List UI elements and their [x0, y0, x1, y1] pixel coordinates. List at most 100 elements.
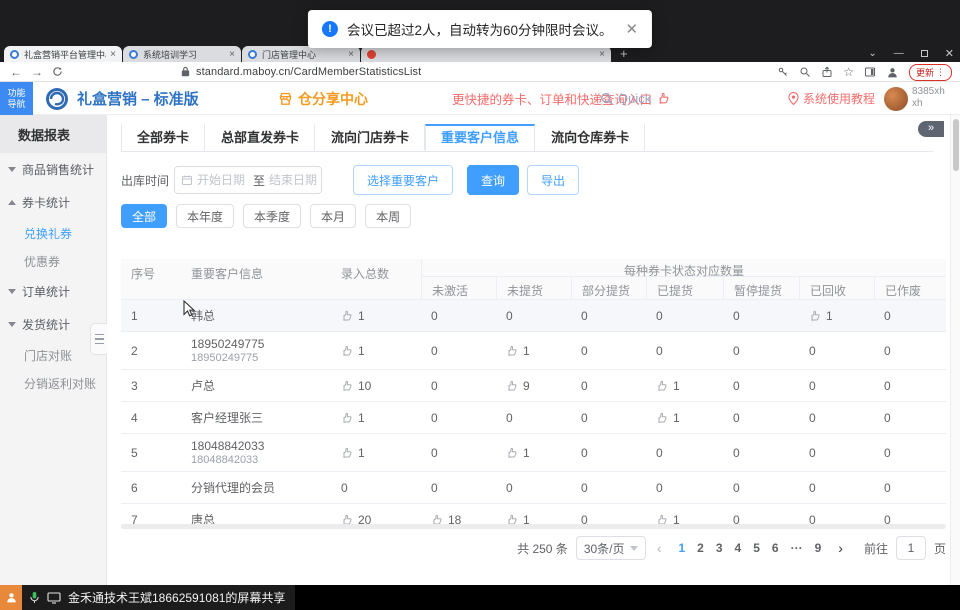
tab-item[interactable]: 全部券卡: [121, 124, 205, 151]
horizontal-scrollbar[interactable]: [121, 524, 946, 529]
table-cell: 0: [799, 504, 874, 524]
forward-icon[interactable]: →: [31, 65, 43, 79]
prev-page-button[interactable]: ‹: [654, 540, 665, 556]
bookmark-star-icon[interactable]: ☆: [843, 65, 854, 79]
tab-item[interactable]: 流向门店券卡: [315, 124, 425, 151]
side-panel-icon[interactable]: [864, 66, 876, 78]
date-range-picker[interactable]: 至: [174, 166, 322, 194]
table-cell-link[interactable]: 1: [646, 402, 723, 433]
sidebar-group-item[interactable]: 券卡统计: [0, 186, 106, 219]
cell-customer[interactable]: 分销代理的会员: [181, 472, 331, 503]
page-size-select[interactable]: 30条/页: [576, 536, 646, 560]
table-cell-link[interactable]: 1: [331, 402, 421, 433]
sidebar-collapse-handle[interactable]: [90, 323, 107, 355]
key-icon[interactable]: [777, 66, 789, 78]
profile-icon[interactable]: [886, 66, 899, 79]
table-cell-link[interactable]: 1: [496, 504, 571, 524]
browser-tab[interactable]: 系统培训学习×: [123, 46, 241, 62]
browser-tab[interactable]: ×: [361, 46, 611, 62]
tab-close-icon[interactable]: ×: [599, 49, 605, 60]
share-icon[interactable]: [821, 66, 833, 78]
more-pages-icon[interactable]: ···: [785, 541, 809, 555]
refresh-icon[interactable]: [52, 66, 63, 77]
cell-customer[interactable]: 1895024977518950249775: [181, 332, 331, 369]
sidebar-child-item[interactable]: 兑换礼券: [0, 219, 106, 247]
cell-customer[interactable]: 唐总: [181, 504, 331, 524]
tab-item[interactable]: 总部直发券卡: [205, 124, 315, 151]
search-button[interactable]: 查询: [467, 165, 519, 195]
page-number-button[interactable]: 1: [672, 541, 691, 555]
screen-share-icon[interactable]: [47, 592, 61, 604]
page-number-button[interactable]: 3: [710, 541, 729, 555]
quick-search[interactable]: Quick: [600, 82, 651, 115]
vertical-scrollbar[interactable]: [950, 115, 960, 585]
table-cell-link[interactable]: 1: [646, 504, 723, 524]
window-minimize-button[interactable]: —: [894, 48, 904, 59]
end-date-input[interactable]: [269, 173, 321, 187]
new-tab-button[interactable]: +: [620, 46, 628, 61]
export-button[interactable]: 导出: [527, 165, 579, 195]
sidebar-group-item[interactable]: 订单统计: [0, 275, 106, 308]
table-cell-link[interactable]: 1: [331, 335, 421, 366]
page-number-button[interactable]: 9: [809, 541, 828, 555]
tab-close-icon[interactable]: ×: [348, 49, 354, 60]
sidebar-group-item[interactable]: 商品销售统计: [0, 153, 106, 186]
browser-tab[interactable]: 门店管理中心×: [242, 46, 360, 62]
next-page-button[interactable]: ›: [835, 540, 846, 556]
zoom-icon[interactable]: [799, 66, 811, 78]
quick-range-button[interactable]: 本周: [365, 204, 411, 228]
toast-close-icon[interactable]: ✕: [625, 20, 638, 38]
cell-value: 0: [506, 411, 513, 425]
quick-range-button[interactable]: 本季度: [243, 204, 301, 228]
table-cell-link[interactable]: 20: [331, 504, 421, 524]
table-cell-link[interactable]: 9: [496, 370, 571, 401]
nav-toggle[interactable]: 功能 导航: [0, 82, 33, 115]
table-cell-link[interactable]: 1: [331, 437, 421, 468]
browser-tab[interactable]: 礼盒营销平台管理中心×: [4, 46, 122, 62]
cell-value: 0: [431, 309, 438, 323]
sidebar-child-item[interactable]: 分销返利对账: [0, 369, 106, 397]
cell-customer[interactable]: 客户经理张三: [181, 402, 331, 433]
quick-range-button[interactable]: 全部: [121, 204, 167, 228]
scrollbar-thumb[interactable]: [953, 119, 959, 171]
quick-range-button[interactable]: 本年度: [176, 204, 234, 228]
page-number-button[interactable]: 5: [747, 541, 766, 555]
panel-collapse-button[interactable]: »: [918, 121, 944, 137]
start-date-input[interactable]: [197, 173, 249, 187]
share-center-link[interactable]: 仓分享中心: [278, 82, 368, 115]
window-close-button[interactable]: ✕: [945, 47, 954, 60]
window-restore-button[interactable]: [921, 50, 928, 57]
tab-close-icon[interactable]: ×: [110, 49, 116, 60]
table-cell-link[interactable]: 1: [646, 370, 723, 401]
goto-page-input[interactable]: [896, 536, 926, 560]
select-customer-button[interactable]: 选择重要客户: [353, 165, 453, 195]
table-cell-link[interactable]: 1: [799, 300, 874, 331]
avatar[interactable]: [884, 87, 908, 111]
table-cell-link[interactable]: 10: [331, 370, 421, 401]
cell-customer[interactable]: 卢总: [181, 370, 331, 401]
sidebar-child-item[interactable]: 优惠券: [0, 247, 106, 275]
tab-close-icon[interactable]: ×: [229, 49, 235, 60]
browser-update-button[interactable]: 更新 ⋮: [909, 64, 952, 81]
cell-customer[interactable]: 1804884203318048842033: [181, 434, 331, 471]
table-cell-link[interactable]: 1: [331, 300, 421, 331]
page-number-button[interactable]: 6: [766, 541, 785, 555]
tutorial-link[interactable]: 系统使用教程: [788, 82, 875, 115]
table-cell-link[interactable]: 18: [421, 504, 496, 524]
cell-value: 1: [358, 344, 365, 358]
table-cell-link[interactable]: 1: [496, 335, 571, 366]
meeting-member-icon[interactable]: [0, 585, 22, 610]
cell-customer[interactable]: 韩总: [181, 300, 331, 331]
page-number-button[interactable]: 2: [691, 541, 710, 555]
url-text[interactable]: standard.maboy.cn/CardMemberStatisticsLi…: [196, 66, 421, 78]
microphone-icon[interactable]: [29, 591, 40, 604]
quick-range-button[interactable]: 本月: [310, 204, 356, 228]
kebab-menu-icon: ⋮: [936, 67, 945, 78]
table-cell-link[interactable]: 1: [496, 437, 571, 468]
page-number-button[interactable]: 4: [729, 541, 748, 555]
back-icon[interactable]: ←: [10, 65, 22, 79]
tab-item[interactable]: 流向仓库券卡: [535, 124, 645, 151]
cell-index: 4: [121, 402, 181, 433]
window-menu-icon[interactable]: ⌄: [868, 48, 876, 59]
tab-item[interactable]: 重要客户信息: [425, 124, 535, 151]
